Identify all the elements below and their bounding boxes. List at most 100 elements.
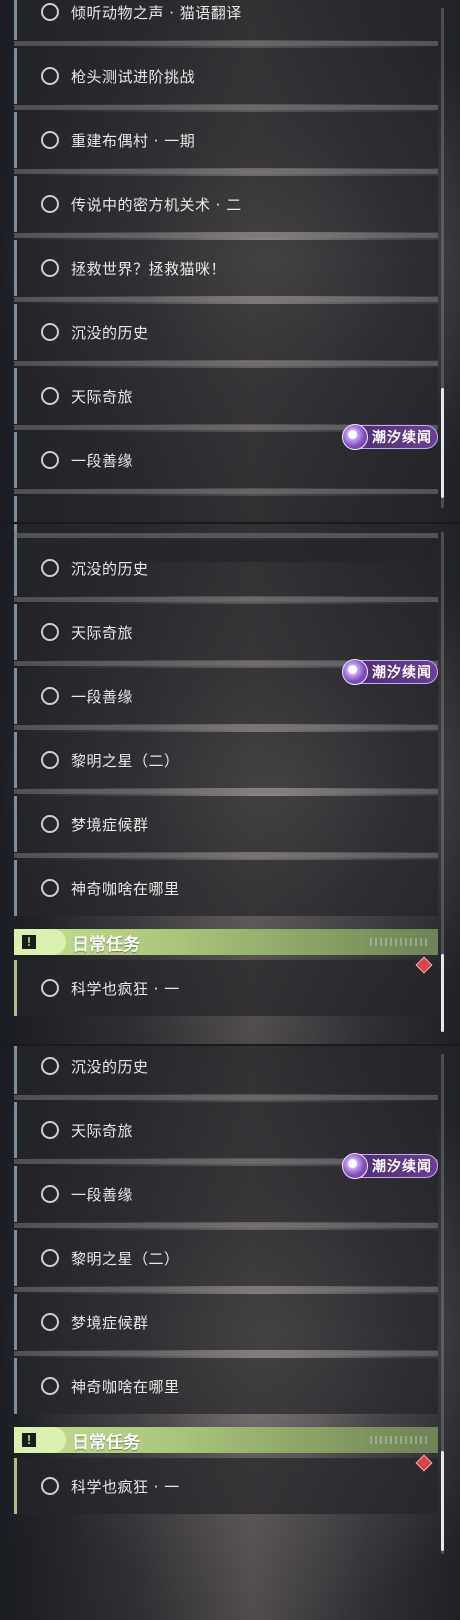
quest-item[interactable]: 枪头测试进阶挑战 xyxy=(14,48,438,104)
radio-circle-icon xyxy=(41,687,59,705)
tidal-sequel-icon xyxy=(342,659,368,685)
row-divider xyxy=(14,1223,438,1228)
quest-list-panel-2: 沉没的历史 天际奇旅 一段善缘 黎明之星（二） 梦境症候群 神奇咖啥在哪里 ! … xyxy=(0,524,460,1044)
radio-circle-icon xyxy=(41,387,59,405)
row-divider xyxy=(14,233,438,238)
row-divider xyxy=(14,533,438,538)
quest-item[interactable]: 天际奇旅 xyxy=(14,368,438,424)
exclamation-icon: ! xyxy=(22,935,36,949)
quest-label: 一段善缘 xyxy=(71,1185,134,1204)
radio-circle-icon xyxy=(41,1313,59,1331)
radio-circle-icon xyxy=(41,131,59,149)
radio-circle-icon xyxy=(41,195,59,213)
quest-item[interactable]: 倾听动物之声 · 猫语翻译 xyxy=(14,0,438,40)
quest-item[interactable]: 黎明之星（二） xyxy=(14,1230,438,1286)
scrollbar-thumb[interactable] xyxy=(441,954,444,1032)
tidal-sequel-badge[interactable]: 潮汐续闻 xyxy=(342,1153,438,1179)
quest-item[interactable]: 拯救世界？拯救猫咪！ xyxy=(14,240,438,296)
tidal-sequel-badge[interactable]: 潮汐续闻 xyxy=(342,424,438,450)
badge-label: 潮汐续闻 xyxy=(372,665,432,681)
tidal-sequel-badge[interactable]: 潮汐续闻 xyxy=(342,659,438,685)
quest-label: 科学也疯狂 · 一 xyxy=(71,979,180,998)
quest-item[interactable]: 重建布偶村 · 一期 xyxy=(14,112,438,168)
tidal-sequel-icon xyxy=(342,424,368,450)
quest-label: 枪头测试进阶挑战 xyxy=(71,67,196,86)
badge-label: 潮汐续闻 xyxy=(372,430,432,446)
row-divider xyxy=(14,1351,438,1356)
quest-item[interactable]: 天际奇旅 xyxy=(14,604,438,660)
quest-item[interactable]: 沉没的历史 xyxy=(14,1046,438,1094)
radio-circle-icon xyxy=(41,259,59,277)
quest-item[interactable]: 沉没的历史 xyxy=(14,540,438,596)
quest-label: 神奇咖啥在哪里 xyxy=(71,879,180,898)
quest-label: 梦境症候群 xyxy=(71,815,149,834)
row-divider xyxy=(14,41,438,46)
radio-circle-icon xyxy=(41,1185,59,1203)
row-divider xyxy=(14,725,438,730)
quest-label: 神奇咖啥在哪里 xyxy=(71,1377,180,1396)
row-divider xyxy=(14,489,438,494)
quest-item[interactable]: 天际奇旅 xyxy=(14,1102,438,1158)
row-divider xyxy=(14,1287,438,1292)
quest-item[interactable]: 沉没的历史 xyxy=(14,304,438,360)
quest-label: 黎明之星（二） xyxy=(71,751,180,770)
quest-list-panel-1: 倾听动物之声 · 猫语翻译 枪头测试进阶挑战 重建布偶村 · 一期 传说中的密方… xyxy=(0,0,460,522)
quest-item-partial[interactable] xyxy=(14,496,438,522)
daily-quest-item[interactable]: 科学也疯狂 · 一 xyxy=(14,960,438,1016)
section-icon-box: ! xyxy=(14,1427,44,1453)
quest-item[interactable]: 神奇咖啥在哪里 xyxy=(14,860,438,916)
quest-label: 倾听动物之声 · 猫语翻译 xyxy=(71,3,242,22)
quest-item[interactable]: 传说中的密方机关术 · 二 xyxy=(14,176,438,232)
row-divider xyxy=(14,297,438,302)
screenshot-separator xyxy=(0,1044,460,1046)
quest-label: 重建布偶村 · 一期 xyxy=(71,131,196,150)
radio-circle-icon xyxy=(41,879,59,897)
row-divider xyxy=(14,597,438,602)
section-icon-box: ! xyxy=(14,929,44,955)
scrollbar-thumb[interactable] xyxy=(441,388,444,498)
daily-quest-item[interactable]: 科学也疯狂 · 一 xyxy=(14,1458,438,1514)
radio-circle-icon xyxy=(41,1057,59,1075)
radio-circle-icon xyxy=(41,323,59,341)
quest-label: 沉没的历史 xyxy=(71,559,149,578)
quest-item[interactable]: 神奇咖啥在哪里 xyxy=(14,1358,438,1414)
quest-item[interactable]: 梦境症候群 xyxy=(14,1294,438,1350)
decorative-pattern xyxy=(370,938,430,946)
row-divider xyxy=(14,105,438,110)
row-divider xyxy=(14,1095,438,1100)
quest-label: 梦境症候群 xyxy=(71,1313,149,1332)
row-divider xyxy=(14,361,438,366)
section-title: 日常任务 xyxy=(72,934,140,955)
quest-label: 黎明之星（二） xyxy=(71,1249,180,1268)
decorative-pattern xyxy=(370,1436,430,1444)
radio-circle-icon xyxy=(41,1121,59,1139)
radio-circle-icon xyxy=(41,979,59,997)
quest-label: 科学也疯狂 · 一 xyxy=(71,1477,180,1496)
row-divider xyxy=(14,853,438,858)
radio-circle-icon xyxy=(41,1377,59,1395)
daily-quests-header[interactable]: ! 日常任务 xyxy=(14,929,438,955)
quest-label: 沉没的历史 xyxy=(71,323,149,342)
quest-label: 一段善缘 xyxy=(71,451,134,470)
quest-item[interactable]: 梦境症候群 xyxy=(14,796,438,852)
quest-label: 天际奇旅 xyxy=(71,1121,134,1140)
quest-label: 一段善缘 xyxy=(71,687,134,706)
row-divider xyxy=(14,789,438,794)
radio-circle-icon xyxy=(41,3,59,21)
quest-label: 沉没的历史 xyxy=(71,1057,149,1076)
radio-circle-icon xyxy=(41,451,59,469)
radio-circle-icon xyxy=(41,67,59,85)
radio-circle-icon xyxy=(41,751,59,769)
screenshot-separator xyxy=(0,522,460,524)
daily-quests-header[interactable]: ! 日常任务 xyxy=(14,1427,438,1453)
quest-item[interactable]: 黎明之星（二） xyxy=(14,732,438,788)
tidal-sequel-icon xyxy=(342,1153,368,1179)
quest-label: 拯救世界？拯救猫咪！ xyxy=(71,259,227,278)
radio-circle-icon xyxy=(41,559,59,577)
exclamation-icon: ! xyxy=(22,1433,36,1447)
radio-circle-icon xyxy=(41,1477,59,1495)
scrollbar-thumb[interactable] xyxy=(441,1451,444,1551)
quest-label: 天际奇旅 xyxy=(71,387,134,406)
badge-label: 潮汐续闻 xyxy=(372,1159,432,1175)
quest-label: 天际奇旅 xyxy=(71,623,134,642)
